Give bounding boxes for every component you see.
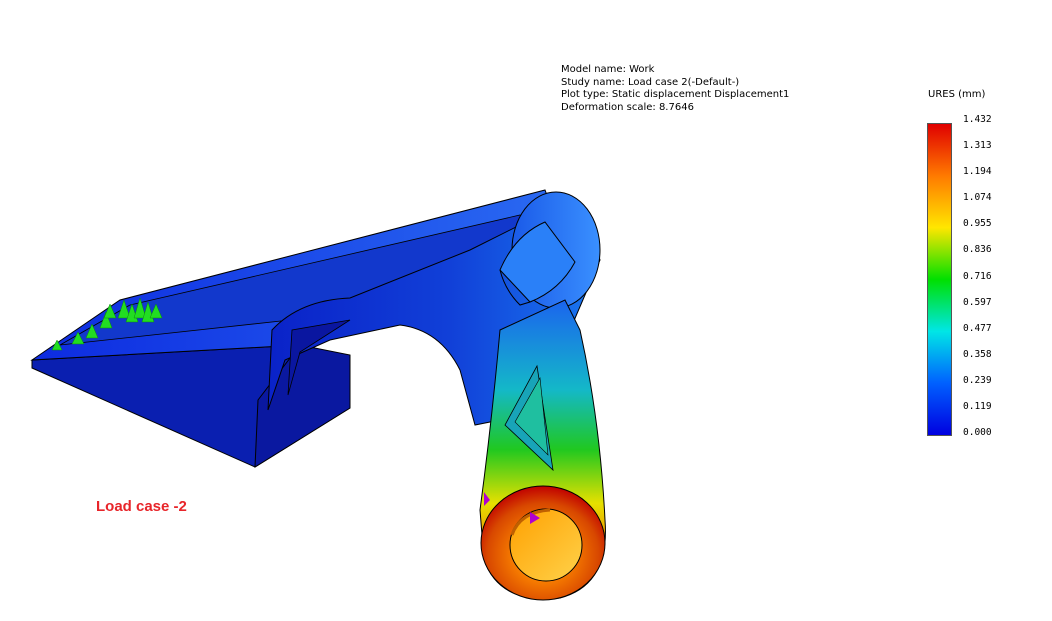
model-viewport[interactable] <box>0 0 1052 621</box>
lever-arm <box>479 299 606 601</box>
load-case-label: Load case -2 <box>96 498 187 515</box>
